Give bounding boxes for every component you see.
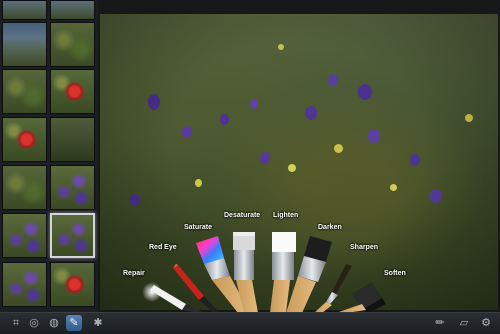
label-saturate: Saturate: [184, 224, 213, 231]
thumbnail[interactable]: [2, 69, 47, 114]
settings-icon[interactable]: ⚙: [478, 315, 494, 331]
thumbnail[interactable]: [50, 69, 95, 114]
thumbnail[interactable]: [50, 262, 95, 307]
effects-icon[interactable]: ✱: [90, 315, 106, 331]
soften-sponge[interactable]: [336, 282, 386, 313]
label-darken: Darken: [318, 224, 342, 231]
thumbnail[interactable]: [2, 165, 47, 210]
thumbnail[interactable]: [2, 22, 47, 67]
label-red-eye: Red Eye: [149, 244, 177, 251]
brush-tool-icon[interactable]: ✏: [432, 315, 448, 331]
crop-icon[interactable]: ⌗: [8, 315, 24, 331]
label-desaturate: Desaturate: [224, 212, 261, 219]
adjust-icon[interactable]: ◍: [46, 315, 62, 331]
thumbnail[interactable]: [2, 117, 47, 162]
label-sharpen: Sharpen: [350, 244, 379, 251]
label-lighten: Lighten: [273, 212, 299, 219]
brushes-icon[interactable]: ✎: [66, 315, 82, 331]
label-soften: Soften: [384, 270, 406, 277]
thumbnail-filmstrip[interactable]: [0, 0, 98, 312]
eraser-icon[interactable]: ▱: [456, 315, 472, 331]
thumbnail[interactable]: [50, 0, 95, 20]
straighten-icon[interactable]: ◎: [26, 315, 42, 331]
thumbnail[interactable]: [50, 117, 95, 162]
thumbnail[interactable]: [2, 262, 47, 307]
photo-editor-app: Saturate Desaturate Lighten Darken Red E…: [0, 0, 500, 334]
thumbnail-selected[interactable]: [50, 213, 95, 258]
brush-dock: [142, 232, 386, 313]
thumbnail[interactable]: [2, 0, 47, 20]
thumbnail[interactable]: [50, 22, 95, 67]
bottom-toolbar: ⌗ ◎ ◍ ✎ ✱ ✏ ▱ ⚙: [0, 312, 500, 334]
thumbnail[interactable]: [2, 213, 47, 258]
label-repair: Repair: [123, 270, 145, 277]
thumbnail[interactable]: [50, 165, 95, 210]
